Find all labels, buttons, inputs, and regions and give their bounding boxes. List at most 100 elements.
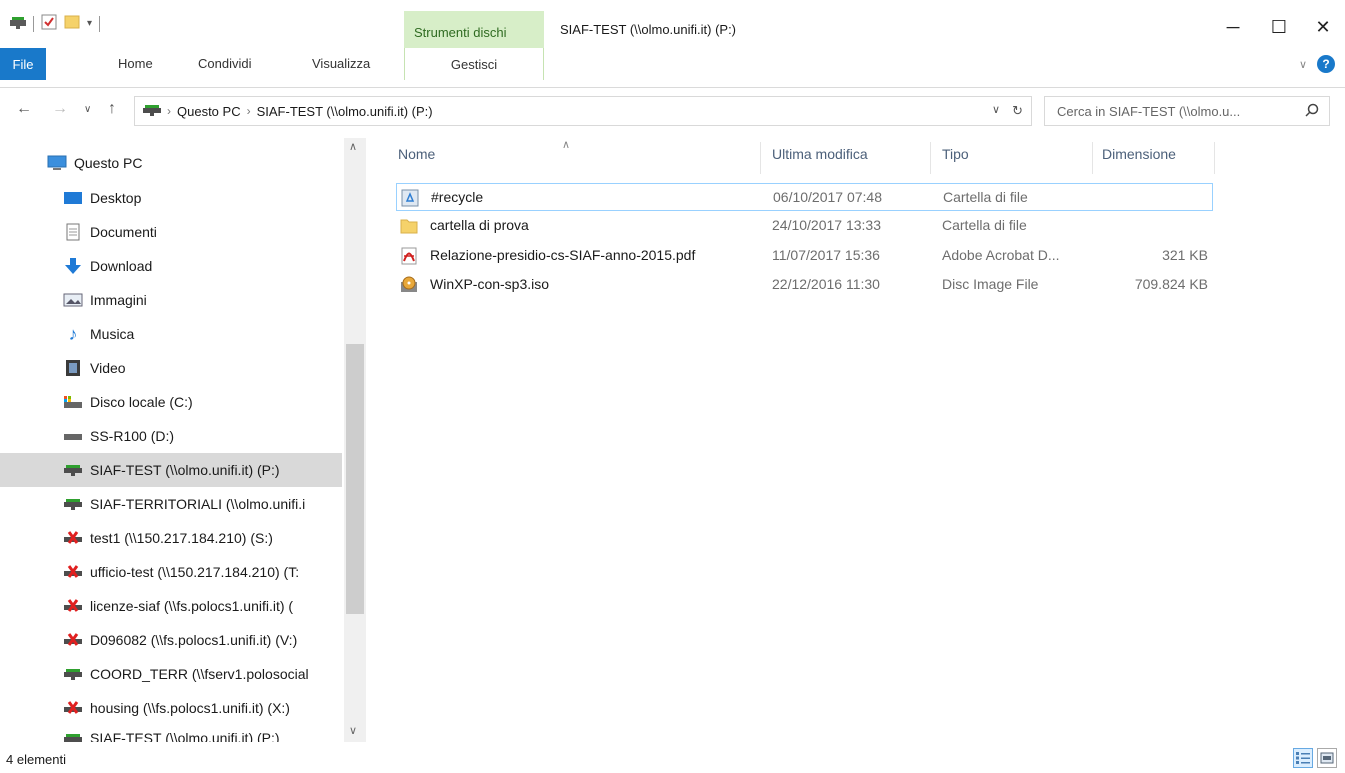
network-drive-icon [62, 730, 84, 742]
nav-item-download[interactable]: Download [0, 249, 342, 283]
file-type: Cartella di file [943, 189, 1028, 205]
file-row[interactable]: WinXP-con-sp3.iso 22/12/2016 11:30 Disc … [396, 271, 1213, 299]
properties-icon[interactable] [41, 14, 57, 33]
file-type: Cartella di file [942, 217, 1027, 233]
large-icons-view-icon[interactable] [1317, 748, 1337, 768]
scroll-down-icon[interactable]: ∨ [349, 724, 357, 737]
tab-file[interactable]: File [0, 48, 46, 80]
network-drive-icon [62, 665, 84, 683]
column-header-dimensione[interactable]: Dimensione [1102, 146, 1176, 162]
nav-item-label: COORD_TERR (\\fserv1.polosocial [90, 666, 309, 682]
breadcrumb-current[interactable]: SIAF-TEST (\\olmo.unifi.it) (P:) [257, 104, 433, 119]
address-bar[interactable]: › Questo PC › SIAF-TEST (\\olmo.unifi.it… [134, 96, 1032, 126]
nav-item-siaf-territoriali[interactable]: SIAF-TERRITORIALI (\\olmo.unifi.i [0, 487, 342, 521]
column-header-nome[interactable]: Nome [398, 146, 435, 162]
nav-item-label: Disco locale (C:) [90, 394, 193, 410]
column-separator[interactable] [1092, 142, 1093, 174]
minimize-button[interactable]: ─ [1210, 12, 1256, 42]
file-row[interactable]: cartella di prova 24/10/2017 13:33 Carte… [396, 212, 1213, 240]
column-separator[interactable] [930, 142, 931, 174]
details-view-icon[interactable] [1293, 748, 1313, 768]
nav-item-coord-terr[interactable]: COORD_TERR (\\fserv1.polosocial [0, 657, 342, 691]
nav-item-label: Video [90, 360, 126, 376]
nav-item-label: Documenti [90, 224, 157, 240]
nav-item-licenze-siaf[interactable]: licenze-siaf (\\fs.polocs1.unifi.it) ( [0, 589, 342, 623]
title-bar: ▾ Strumenti dischi SIAF-TEST (\\olmo.uni… [0, 0, 1345, 49]
nav-item-desktop[interactable]: Desktop [0, 181, 342, 215]
file-list: ∧ Nome Ultima modifica Tipo Dimensione #… [368, 138, 1345, 742]
separator [99, 15, 101, 32]
documents-icon [62, 223, 84, 241]
nav-item-label: SIAF-TEST (\\olmo.unifi.it) (P:) [90, 730, 280, 742]
column-header-ultima-modifica[interactable]: Ultima modifica [772, 146, 868, 162]
refresh-icon[interactable]: ↻ [1012, 103, 1023, 119]
file-row[interactable]: #recycle 06/10/2017 07:48 Cartella di fi… [396, 183, 1213, 211]
nav-item-ufficio-test[interactable]: ufficio-test (\\150.217.184.210) (T: [0, 555, 342, 589]
file-type: Adobe Acrobat D... [942, 247, 1060, 263]
sort-ascending-icon: ∧ [562, 139, 571, 151]
tab-home[interactable]: Home [118, 56, 153, 71]
nav-item-label: SIAF-TEST (\\olmo.unifi.it) (P:) [90, 462, 280, 478]
scroll-thumb[interactable] [346, 344, 364, 614]
column-header-tipo[interactable]: Tipo [942, 146, 969, 162]
back-arrow-icon[interactable]: ← [16, 100, 32, 118]
video-icon [62, 359, 84, 377]
file-name: Relazione-presidio-cs-SIAF-anno-2015.pdf [430, 247, 696, 263]
separator [33, 15, 34, 32]
file-name: WinXP-con-sp3.iso [430, 276, 550, 292]
nav-item-immagini[interactable]: Immagini [0, 283, 342, 317]
file-name: cartella di prova [430, 217, 529, 233]
nav-item-ss-r100[interactable]: SS-R100 (D:) [0, 419, 342, 453]
nav-item-musica[interactable]: ♪ Musica [0, 317, 342, 351]
scroll-up-icon[interactable]: ∧ [349, 140, 357, 153]
file-type: Disc Image File [942, 276, 1039, 292]
search-icon[interactable] [1305, 103, 1319, 120]
search-input[interactable]: Cerca in SIAF-TEST (\\olmo.u... [1044, 96, 1330, 126]
disconnected-drive-icon [62, 631, 84, 649]
nav-item-siaf-test-cut[interactable]: SIAF-TEST (\\olmo.unifi.it) (P:) [0, 730, 342, 742]
nav-item-label: test1 (\\150.217.184.210) (S:) [90, 530, 273, 546]
context-tab-header: Strumenti dischi [404, 11, 544, 49]
music-icon: ♪ [68, 323, 78, 344]
help-icon[interactable]: ? [1317, 55, 1335, 73]
disc-image-icon [400, 276, 418, 294]
disconnected-drive-icon [62, 597, 84, 615]
nav-item-label: D096082 (\\fs.polocs1.unifi.it) (V:) [90, 632, 298, 648]
nav-scrollbar[interactable]: ∧ ∨ [344, 138, 366, 742]
nav-item-video[interactable]: Video [0, 351, 342, 385]
address-dropdown-icon[interactable]: ∨ [992, 103, 1000, 119]
tab-visualizza[interactable]: Visualizza [312, 56, 370, 71]
close-button[interactable]: ✕ [1300, 12, 1345, 42]
recent-locations-icon[interactable]: ∨ [84, 104, 91, 115]
recycle-folder-icon [401, 189, 419, 207]
forward-arrow-icon[interactable]: → [52, 100, 68, 118]
network-drive-icon [62, 495, 84, 513]
expand-ribbon-icon[interactable]: ∨ [1299, 58, 1307, 71]
tab-condividi[interactable]: Condividi [198, 56, 251, 71]
up-arrow-icon[interactable]: ↑ [108, 100, 116, 118]
nav-item-documenti[interactable]: Documenti [0, 215, 342, 249]
file-date: 22/12/2016 11:30 [772, 276, 880, 292]
file-date: 24/10/2017 13:33 [772, 217, 881, 233]
desktop-icon [62, 189, 84, 207]
new-folder-icon[interactable] [64, 14, 80, 33]
nav-item-housing[interactable]: housing (\\fs.polocs1.unifi.it) (X:) [0, 691, 342, 725]
nav-item-d096082[interactable]: D096082 (\\fs.polocs1.unifi.it) (V:) [0, 623, 342, 657]
nav-item-test1[interactable]: test1 (\\150.217.184.210) (S:) [0, 521, 342, 555]
item-count: 4 elementi [6, 752, 66, 767]
file-row[interactable]: Relazione-presidio-cs-SIAF-anno-2015.pdf… [396, 242, 1213, 270]
column-separator[interactable] [760, 142, 761, 174]
maximize-button[interactable]: ☐ [1256, 12, 1302, 42]
file-size: 321 KB [1162, 247, 1208, 263]
column-separator[interactable] [1214, 142, 1215, 174]
nav-item-label: housing (\\fs.polocs1.unifi.it) (X:) [90, 700, 290, 716]
breadcrumb-questo-pc[interactable]: Questo PC [177, 104, 241, 119]
customize-toolbar-icon[interactable]: ▾ [87, 18, 92, 29]
nav-item-questo-pc[interactable]: Questo PC [0, 146, 342, 180]
drive-icon[interactable] [10, 16, 26, 32]
nav-item-siaf-test[interactable]: SIAF-TEST (\\olmo.unifi.it) (P:) [0, 453, 342, 487]
nav-item-disco-locale[interactable]: Disco locale (C:) [0, 385, 342, 419]
disconnected-drive-icon [62, 529, 84, 547]
tab-gestisci[interactable]: Gestisci [404, 48, 544, 80]
context-tab-title: Strumenti dischi [414, 25, 507, 40]
